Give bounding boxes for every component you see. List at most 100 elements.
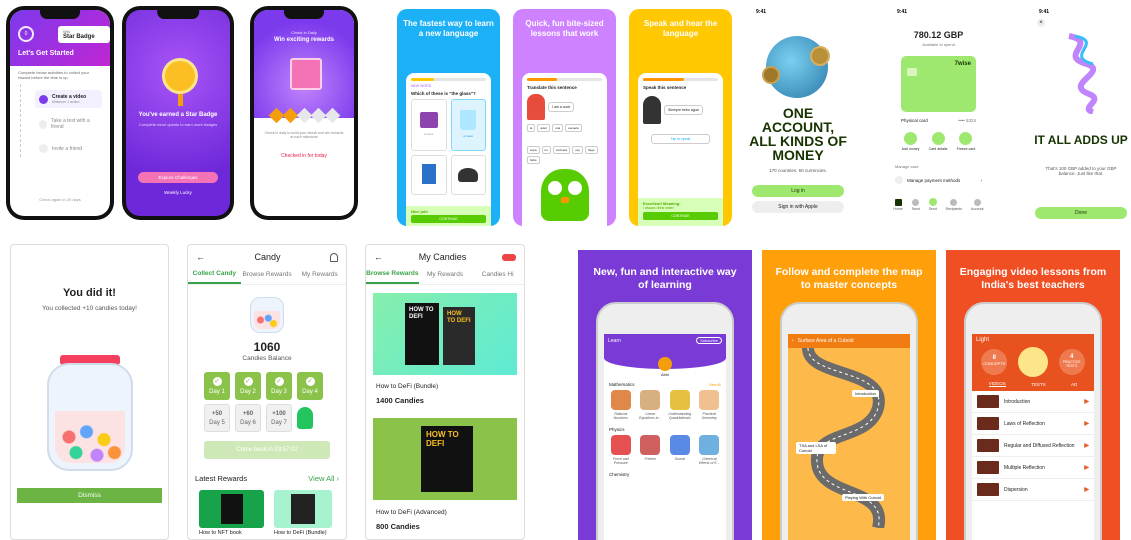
- tab-tests[interactable]: TESTS: [1031, 382, 1046, 387]
- manage-payment-methods[interactable]: Manage payment methods ›: [895, 176, 982, 184]
- tab-browse-rewards[interactable]: Browse Rewards: [366, 265, 419, 284]
- word-chip[interactable]: un: [541, 146, 551, 154]
- word-chip[interactable]: sopa: [527, 146, 540, 154]
- back-arrow-icon[interactable]: ←: [196, 252, 205, 262]
- play-icon: ▶: [1084, 421, 1089, 427]
- topic-tile[interactable]: Chemical Effects of E...: [698, 435, 722, 465]
- badge-card: Win Star Badge: [58, 26, 110, 43]
- reward-banner[interactable]: HOW TO DEFI: [373, 418, 517, 500]
- video-row[interactable]: Laws of Reflection ▶: [972, 413, 1094, 435]
- apple-signin-button[interactable]: Sign in with Apple: [752, 201, 844, 213]
- section-label: Mathematics: [609, 382, 635, 387]
- card-details-button[interactable]: Card details: [929, 132, 947, 151]
- reward-thumb[interactable]: [274, 490, 332, 528]
- action-label: Freeze card: [956, 147, 976, 151]
- word-chip[interactable]: escuela: [565, 124, 582, 132]
- word-chip[interactable]: soy: [572, 146, 583, 154]
- login-button[interactable]: Log in: [752, 185, 844, 197]
- rewards-small: Check in Daily: [291, 30, 317, 35]
- rewards-title: Win exciting rewards: [274, 37, 334, 43]
- new-word-tag: NEW WORD: [411, 84, 432, 88]
- reward-name: How to DeFi (Bundle): [274, 530, 327, 536]
- topic-tile[interactable]: Rational Numbers: [609, 390, 633, 420]
- video-row[interactable]: Multiple Reflection ▶: [972, 457, 1094, 479]
- character-icon: [527, 94, 545, 120]
- word-chip[interactable]: bebe: [527, 156, 540, 164]
- video-row[interactable]: Introduction ▶: [972, 391, 1094, 413]
- wise-screen-2: 9:41 780.12 GBP Available to spend 7wise…: [889, 6, 988, 220]
- edu-panel-1: New, fun and interactive way of learning…: [578, 250, 752, 540]
- latest-rewards-heading: Latest Rewards: [195, 474, 248, 483]
- close-icon[interactable]: ×: [1037, 19, 1045, 27]
- freeze-card-button[interactable]: Freeze card: [956, 132, 976, 151]
- dismiss-button[interactable]: Dismiss: [17, 488, 162, 503]
- come-back-button[interactable]: Come back in 23:57:02: [204, 441, 330, 459]
- task-label: Take a test with a friend: [51, 118, 90, 130]
- wise-card[interactable]: 7wise: [901, 56, 976, 112]
- reward-thumb[interactable]: [199, 490, 264, 528]
- nav-recipients[interactable]: Recipients: [946, 198, 962, 211]
- task-3[interactable]: Invite a friend: [35, 140, 102, 157]
- weekly-link[interactable]: Weekly Lucky: [126, 190, 230, 195]
- topic-tile[interactable]: Linear Equations in...: [639, 390, 663, 420]
- map-node[interactable]: Introduction: [852, 390, 879, 397]
- add-money-button[interactable]: Add money: [901, 132, 920, 151]
- chip-icon: [907, 68, 917, 76]
- edu-panel-3: Engaging video lessons from India's best…: [946, 250, 1120, 540]
- continue-button[interactable]: CONTINUE: [411, 215, 486, 223]
- topic-tile[interactable]: Understanding Quadrilaterals: [668, 390, 692, 420]
- task-2[interactable]: Take a test with a friend: [35, 114, 102, 134]
- topic-tile[interactable]: Force and Pressure: [609, 435, 633, 465]
- back-icon[interactable]: ‹: [792, 338, 794, 344]
- task-1[interactable]: Create a video Minimum 1 action: [35, 90, 102, 108]
- topic-tile[interactable]: Practical Geometry: [698, 390, 722, 420]
- tap-to-speak-button[interactable]: Tap to speak: [651, 134, 710, 144]
- option-milk[interactable]: [411, 155, 447, 195]
- topic-tile[interactable]: Friction: [639, 435, 663, 465]
- word-bank: sopa un cocinera soy hago bebe: [527, 146, 602, 164]
- bell-icon[interactable]: [330, 252, 338, 262]
- tab-browse-rewards[interactable]: Browse Rewards: [241, 266, 294, 283]
- gear-icon: [895, 176, 903, 184]
- day-card-upcoming: +100 Day 7: [266, 404, 292, 432]
- candy-collect-screen: ← Candy Collect Candy Browse Rewards My …: [187, 244, 347, 540]
- action-label: Add money: [901, 147, 920, 151]
- view-all-link[interactable]: View All ›: [308, 474, 339, 483]
- map-node[interactable]: Playing With Cuboid: [842, 494, 885, 501]
- word-chip[interactable]: cocinera: [552, 146, 571, 154]
- continue-button[interactable]: CONTINUE: [643, 212, 718, 220]
- map-node[interactable]: TSA and LSA of Cuboid: [796, 442, 836, 454]
- tab-ad[interactable]: AD: [1071, 382, 1077, 387]
- word-chip[interactable]: la: [527, 124, 536, 132]
- nav-send-2[interactable]: Send: [929, 198, 937, 211]
- word-chip[interactable]: hago: [584, 146, 598, 154]
- word-chip[interactable]: autor: [537, 124, 551, 132]
- word-chip[interactable]: una: [552, 124, 564, 132]
- app-title: Surface Area of a Cuboid: [797, 338, 854, 344]
- explore-challenges-button[interactable]: Explore Challenges: [138, 172, 218, 183]
- nav-account[interactable]: Account: [971, 198, 984, 211]
- view-all-link[interactable]: View All: [709, 383, 721, 387]
- notch: [284, 10, 324, 19]
- quest-phone-3: Check in Daily Win exciting rewards Chec…: [250, 6, 358, 220]
- video-row[interactable]: Dispersion ▶: [972, 479, 1094, 501]
- tab-my-rewards[interactable]: My Rewards: [419, 266, 472, 283]
- option-glass[interactable]: el vaso: [450, 99, 486, 151]
- tab-collect-candy[interactable]: Collect Candy: [188, 265, 241, 284]
- book-cover: HOW TO DEFI: [405, 303, 439, 365]
- done-button[interactable]: Done: [1035, 207, 1127, 219]
- option-teapot[interactable]: [450, 155, 486, 195]
- tab-candies-history[interactable]: Candies Hi: [471, 266, 524, 283]
- topic-tile[interactable]: Sound: [668, 435, 692, 465]
- option-cup[interactable]: la taza: [411, 99, 447, 151]
- success-sub: You collected +10 candies today!: [42, 305, 137, 312]
- nav-send[interactable]: Send: [912, 198, 920, 211]
- tab-videos[interactable]: VIDEOS: [988, 381, 1006, 387]
- nav-home[interactable]: Home: [893, 198, 903, 211]
- video-row[interactable]: Regular and Diffused Reflection ▶: [972, 435, 1094, 457]
- reward-banner[interactable]: HOW TO DEFI HOW TO DEFI: [373, 293, 517, 375]
- back-arrow-icon[interactable]: ←: [374, 252, 383, 262]
- medal-ribbon: [178, 94, 183, 106]
- tab-my-rewards[interactable]: My Rewards: [293, 266, 346, 283]
- subscribe-button[interactable]: Subscribe: [696, 337, 722, 344]
